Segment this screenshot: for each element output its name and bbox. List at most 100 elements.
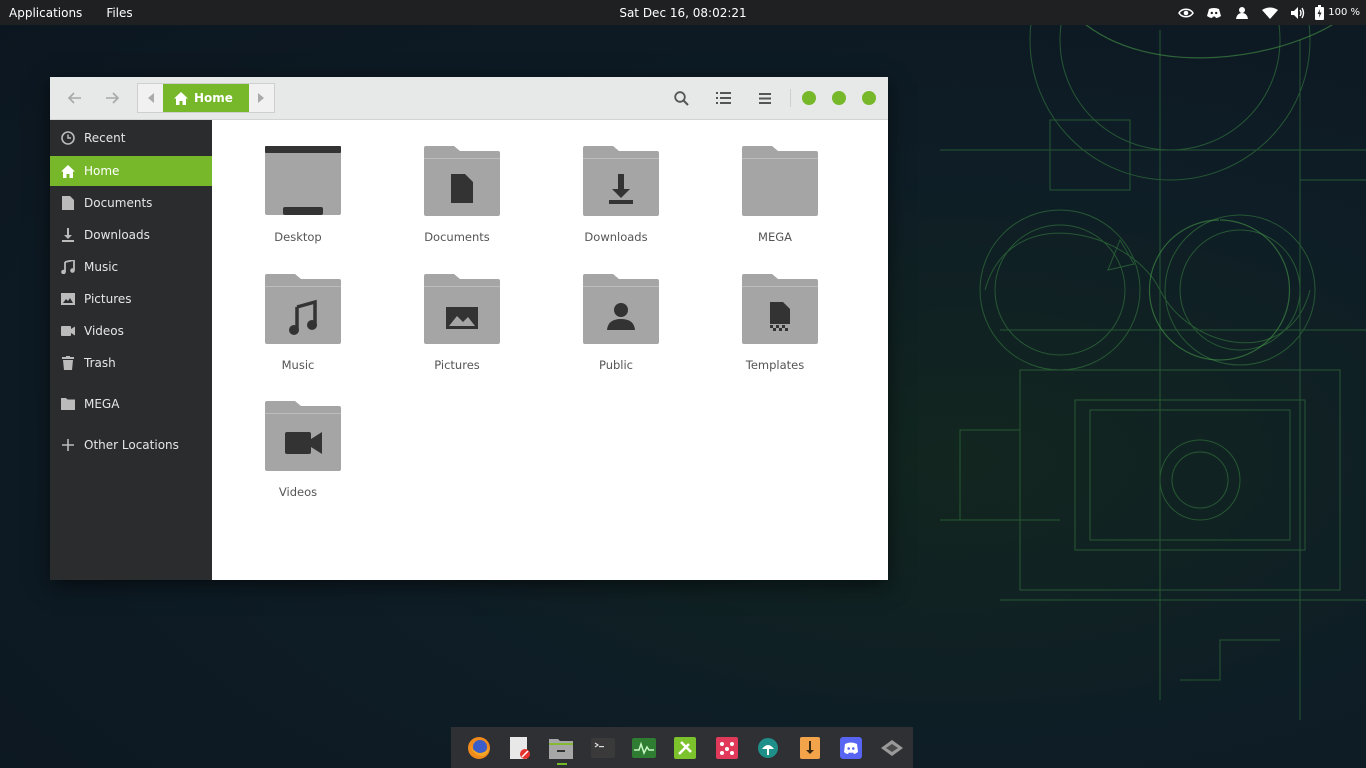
forward-button[interactable] <box>99 86 125 110</box>
music-icon <box>61 260 75 274</box>
file-label: MEGA <box>758 230 792 244</box>
sidebar-item-label: Trash <box>84 356 116 370</box>
list-view-button[interactable] <box>711 87 735 109</box>
path-home-button[interactable]: Home <box>163 84 249 112</box>
picture-icon <box>61 292 75 306</box>
terminal-icon <box>590 737 615 758</box>
sidebar-item-label: Videos <box>84 324 124 338</box>
dock-item-terminal[interactable] <box>582 727 623 768</box>
home-icon <box>174 91 188 105</box>
file-item-public[interactable]: Public <box>551 274 681 384</box>
dock-item-system-monitor[interactable] <box>623 727 664 768</box>
back-button[interactable] <box>62 86 88 110</box>
maximize-button[interactable] <box>832 91 846 105</box>
sidebar-item-label: MEGA <box>84 397 120 411</box>
dock-item-software-updater[interactable] <box>748 727 789 768</box>
sidebar-item-home[interactable]: Home <box>50 156 212 186</box>
file-item-documents[interactable]: Documents <box>392 146 522 256</box>
network-icon <box>881 739 904 756</box>
file-label: Downloads <box>584 230 648 244</box>
file-label: Public <box>598 358 634 372</box>
file-item-desktop[interactable]: Desktop <box>233 146 363 256</box>
sidebar-item-pictures[interactable]: Pictures <box>50 284 212 314</box>
dock-item-download-manager[interactable] <box>789 727 830 768</box>
sidebar-item-trash[interactable]: Trash <box>50 348 212 378</box>
caret-right-icon <box>258 93 265 103</box>
sidebar-item-other-locations[interactable]: Other Locations <box>50 430 212 460</box>
search-button[interactable] <box>669 87 693 109</box>
eye-icon[interactable] <box>1172 0 1200 25</box>
folder-icon <box>742 146 818 216</box>
path-bar: Home <box>137 83 275 113</box>
path-scroll-left-button[interactable] <box>138 84 163 112</box>
list-view-icon <box>715 92 731 104</box>
dock-running-indicator <box>556 763 567 765</box>
file-grid: Desktop Documents Downloads MEGA Music P… <box>212 120 888 580</box>
dock-item-files[interactable] <box>541 727 582 768</box>
dock-item-network[interactable] <box>872 727 913 768</box>
trash-icon <box>61 356 75 370</box>
dock-item-discord[interactable] <box>830 727 871 768</box>
sidebar-item-documents[interactable]: Documents <box>50 188 212 218</box>
plus-icon <box>61 438 75 452</box>
file-item-videos[interactable]: Videos <box>233 401 363 511</box>
clock[interactable]: Sat Dec 16, 08:02:21 <box>0 6 1366 20</box>
wifi-icon[interactable] <box>1256 0 1284 25</box>
videos-folder-icon <box>265 401 341 471</box>
file-label: Desktop <box>274 230 322 244</box>
file-item-pictures[interactable]: Pictures <box>392 274 522 384</box>
downloads-folder-icon <box>583 146 659 216</box>
path-scroll-right-button[interactable] <box>249 84 274 112</box>
file-item-downloads[interactable]: Downloads <box>551 146 681 256</box>
sidebar-item-label: Home <box>84 164 120 178</box>
files-app-menu[interactable]: Files <box>97 6 141 20</box>
header-separator <box>790 89 791 107</box>
file-label: Documents <box>424 230 490 244</box>
dock-item-text-editor[interactable] <box>499 727 540 768</box>
download-manager-icon <box>799 736 820 759</box>
minimize-button[interactable] <box>802 91 816 105</box>
sidebar-item-label: Documents <box>84 196 153 210</box>
folder-icon <box>61 397 75 411</box>
volume-icon[interactable] <box>1284 0 1312 25</box>
documents-folder-icon <box>424 146 500 216</box>
file-item-templates[interactable]: Templates <box>710 274 840 384</box>
search-icon <box>673 90 689 106</box>
settings-tools-icon <box>674 736 697 759</box>
sidebar-item-label: Music <box>84 260 119 274</box>
desktop-folder-icon <box>265 146 341 215</box>
pictures-folder-icon <box>424 274 500 344</box>
home-icon <box>61 164 75 178</box>
sidebar-item-recent[interactable]: Recent <box>50 123 212 153</box>
path-home-label: Home <box>194 91 233 105</box>
sidebar-item-mega[interactable]: MEGA <box>50 389 212 419</box>
dock <box>451 727 913 768</box>
dock-item-app-grid[interactable] <box>706 727 747 768</box>
app-grid-icon <box>715 736 738 759</box>
sidebar-item-videos[interactable]: Videos <box>50 316 212 346</box>
user-tray-icon[interactable] <box>1228 0 1256 25</box>
discord-tray-icon[interactable] <box>1200 0 1228 25</box>
files-icon <box>549 738 574 759</box>
sidebar-item-downloads[interactable]: Downloads <box>50 220 212 250</box>
software-updater-icon <box>758 737 779 758</box>
templates-folder-icon <box>742 274 818 344</box>
battery-icon[interactable] <box>1312 0 1326 25</box>
file-item-mega[interactable]: MEGA <box>710 146 840 256</box>
arrow-right-icon <box>106 92 119 104</box>
system-monitor-icon <box>632 737 657 758</box>
close-button[interactable] <box>862 91 876 105</box>
public-folder-icon <box>583 274 659 344</box>
dock-item-firefox[interactable] <box>458 727 499 768</box>
hamburger-icon <box>759 92 771 104</box>
video-icon <box>61 324 75 338</box>
applications-menu[interactable]: Applications <box>0 6 91 20</box>
firefox-icon <box>467 736 490 759</box>
file-item-music[interactable]: Music <box>233 274 363 384</box>
dock-item-settings-tools[interactable] <box>665 727 706 768</box>
discord-icon <box>839 736 862 759</box>
file-label: Templates <box>745 358 805 372</box>
top-panel: Applications Files Sat Dec 16, 08:02:21 … <box>0 0 1366 25</box>
hamburger-menu-button[interactable] <box>753 87 777 109</box>
sidebar-item-music[interactable]: Music <box>50 252 212 282</box>
